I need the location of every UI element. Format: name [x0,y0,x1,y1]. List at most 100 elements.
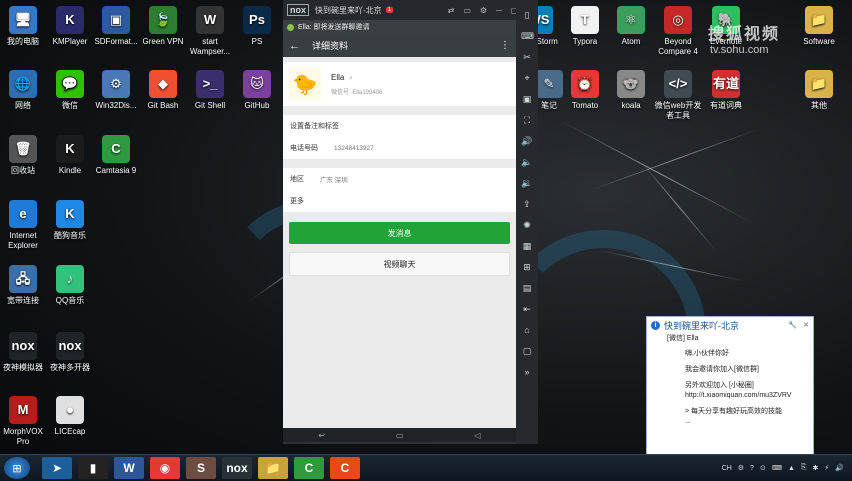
avatar[interactable]: 🐤 [289,68,321,100]
qq-message-popup[interactable]: i 快到碗里来吖-北京 🔧 ✕ [微信] Ella 嗨,小伙伴你好 我会邀请你加… [646,316,814,456]
desktop-icon[interactable]: K 酷狗音乐 [46,200,94,241]
desktop-icon[interactable]: 🖥 我的电脑 [0,6,47,47]
desktop-icon[interactable]: ⚛ Atom [607,6,655,47]
desktop-icon[interactable]: Wstart Wampser... [186,6,234,57]
desktop-icon[interactable]: nox 夜神多开器 [46,332,94,373]
notification-bar[interactable]: Ella: 即将发送群聊邀请 [283,20,516,34]
taskbar-app-icon[interactable]: C [294,457,324,479]
desktop-icon[interactable]: 有道 有道词典 [702,70,750,111]
window-control-icon[interactable]: ⚙ [480,6,487,15]
back-arrow-icon[interactable]: ← [289,40,300,52]
profile-card[interactable]: 🐤 Ella ♀ 微信号: Ella199406 [283,62,516,106]
toolbar-tool-icon[interactable]: ⇪ [521,198,533,210]
desktop-icon[interactable]: 🐨 koala [607,70,655,111]
toolbar-tool-icon[interactable]: ⇤ [521,303,533,315]
tray-icon[interactable]: ⚙ [738,464,744,472]
desktop-icon[interactable]: ▣ SDFormat... [92,6,140,47]
window-control-icon[interactable]: ▭ [463,6,471,15]
tray-icon[interactable]: ▲ [788,465,795,472]
toolbar-tool-icon[interactable]: 🔊 [521,135,533,147]
toolbar-tool-icon[interactable]: ▯ [521,9,533,21]
desktop-icon[interactable]: ⚙ Win32Dis... [92,70,140,111]
desktop-icon-label: QQ音乐 [55,296,85,305]
toolbar-tool-icon[interactable]: » [521,366,533,378]
more-vertical-icon[interactable]: ⋮ [500,40,510,51]
tray-icon[interactable]: CH [722,465,732,472]
start-button[interactable]: ⊞ [4,457,30,479]
row-remark-tags[interactable]: 设置备注和标签 [283,115,516,137]
nox-titlebar[interactable]: nox 快到碗里来吖-北京 1 ⇄▭⚙─▢✕ [283,0,538,20]
nav-button-icon[interactable]: ▭ [396,431,404,440]
desktop-icon[interactable]: 🖧 宽带连接 [0,265,47,306]
taskbar-app-icon[interactable]: ◉ [150,457,180,479]
desktop-icon[interactable]: >_ Git Shell [186,70,234,111]
toolbar-tool-icon[interactable]: ✺ [521,219,533,231]
tray-icon[interactable]: ⚡ [824,464,829,472]
desktop-icon[interactable]: nox 夜神模拟器 [0,332,47,373]
profile-name: Ella [331,72,345,82]
taskbar-app-icon[interactable]: 📁 [258,457,288,479]
toolbar-tool-icon[interactable]: ▢ [521,345,533,357]
close-icon[interactable]: ✕ [803,321,809,329]
row-region[interactable]: 地区 广东 深圳 [283,168,516,190]
desktop-icon[interactable]: ◆ Git Bash [139,70,187,111]
desktop-icon[interactable]: 🍃 Green VPN [139,6,187,47]
toolbar-tool-icon[interactable]: ▦ [521,240,533,252]
desktop-icon[interactable]: C Camtasia 9 [92,135,140,176]
app-icon: 🐨 [617,70,645,98]
toolbar-tool-icon[interactable]: 🔈 [521,156,533,168]
toolbar-tool-icon[interactable]: ▣ [521,93,533,105]
tray-icon[interactable]: 🔊 [835,464,844,472]
popup-link[interactable]: http://t.xiaomiquan.com/mu3ZVRV [647,391,813,401]
desktop-icon[interactable]: e Internet Explorer [0,200,47,251]
desktop-icon[interactable]: Ps PS [233,6,281,47]
desktop-icon[interactable]: </> 微信web开发者工具 [654,70,702,121]
tray-icon[interactable]: ⎘ [801,464,807,472]
desktop-icon[interactable]: 🌐 网络 [0,70,47,111]
taskbar-app-icon[interactable]: W [114,457,144,479]
desktop-icon[interactable]: 📁 Software [795,6,843,47]
toolbar-tool-icon[interactable]: ▤ [521,282,533,294]
taskbar-app-icon[interactable]: nox [222,457,252,479]
row-more[interactable]: 更多 [283,190,516,212]
nox-emulator-window[interactable]: nox 快到碗里来吖-北京 1 ⇄▭⚙─▢✕ Ella: 即将发送群聊邀请 ← … [283,0,538,444]
desktop-icon[interactable]: K KMPlayer [46,6,94,47]
toolbar-tool-icon[interactable]: ✂ [521,51,533,63]
desktop-icon[interactable]: ● LICEcap [46,396,94,437]
nav-button-icon[interactable]: ◁ [474,431,480,440]
desktop-icon[interactable]: 💬 微信 [46,70,94,111]
window-control-icon[interactable]: ⇄ [448,6,455,15]
toolbar-tool-icon[interactable]: ⌖ [521,72,533,84]
taskbar-app-icon[interactable]: ➤ [42,457,72,479]
desktop-icon-label: Git Shell [194,101,226,110]
desktop-icon[interactable]: 🐱 GitHub [233,70,281,111]
taskbar-app-icon[interactable]: ▮ [78,457,108,479]
nav-button-icon[interactable]: ↩ [318,431,325,440]
video-call-button[interactable]: 视频聊天 [289,252,510,276]
desktop-icon[interactable]: ♪ QQ音乐 [46,265,94,306]
tray-icon[interactable]: ⊙ [760,464,766,472]
tray-icon[interactable]: ⌨ [772,464,782,472]
toolbar-tool-icon[interactable]: ⌂ [521,324,533,336]
row-phone-number[interactable]: 电话号码 13248413927 [283,137,516,159]
desktop-icon[interactable]: 🗑 回收站 [0,135,47,176]
tray-icon[interactable]: ? [750,465,754,472]
toolbar-tool-icon[interactable]: 🔉 [521,177,533,189]
toolbar-tool-icon[interactable]: ⌨ [521,30,534,42]
send-message-button[interactable]: 发消息 [289,222,510,244]
toolbar-tool-icon[interactable]: ⛶ [521,114,533,126]
app-icon: >_ [196,70,224,98]
settings-icon[interactable]: 🔧 [788,321,797,329]
phone-screen[interactable]: Ella: 即将发送群聊邀请 ← 详细资料 ⋮ 🐤 Ella ♀ 微信号: Ell… [283,20,516,442]
desktop-icon[interactable]: K Kindle [46,135,94,176]
desktop-icon[interactable]: T Typora [561,6,609,47]
window-control-icon[interactable]: ─ [496,6,502,15]
desktop-icon[interactable]: ◎ Beyond Compare 4 [654,6,702,57]
desktop-icon[interactable]: M MorphVOX Pro [0,396,47,447]
taskbar-app-icon[interactable]: S [186,457,216,479]
tray-icon[interactable]: ✱ [812,464,818,472]
taskbar-app-icon[interactable]: C [330,457,360,479]
toolbar-tool-icon[interactable]: ⊞ [521,261,533,273]
app-icon: nox [9,332,37,360]
desktop-icon[interactable]: 📁 其他 [795,70,843,111]
